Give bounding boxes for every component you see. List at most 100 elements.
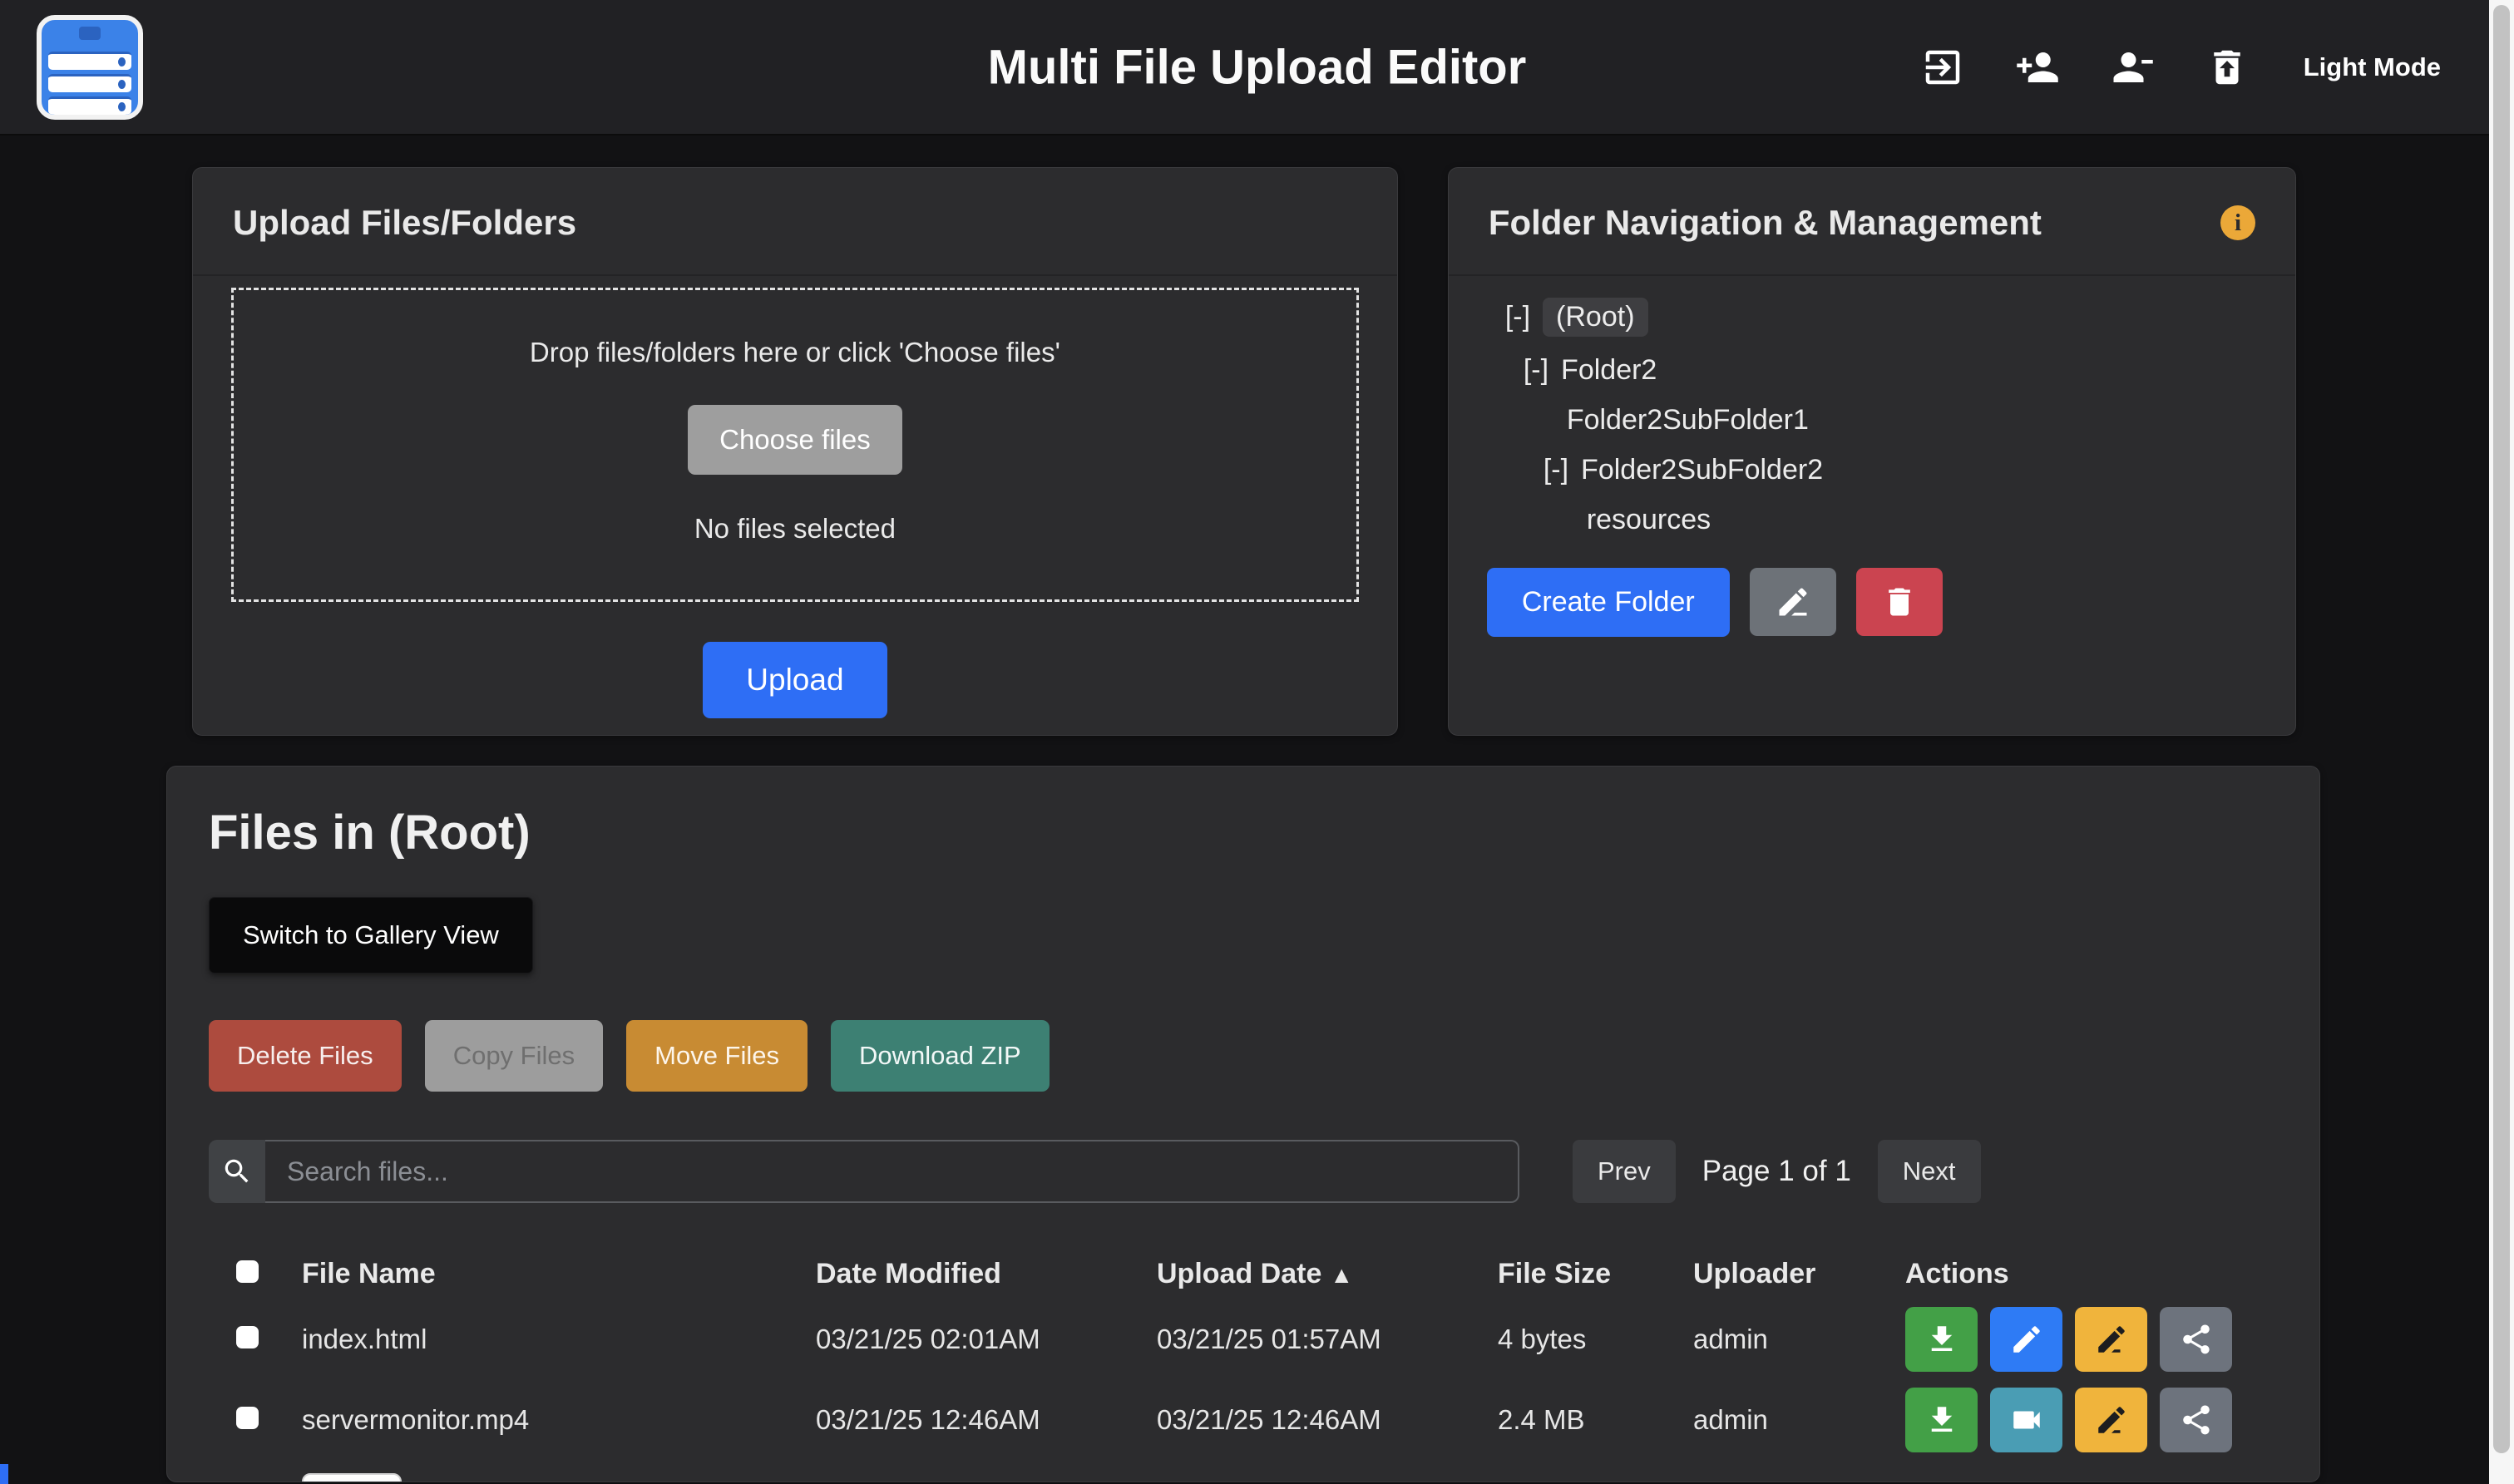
items-per-page-stepper[interactable]: 10 — [302, 1473, 402, 1482]
no-files-selected-text: No files selected — [250, 513, 1340, 545]
main-content: Upload Files/Folders Drop files/folders … — [0, 136, 2514, 1482]
uploader: admin — [1693, 1324, 1905, 1355]
upload-button[interactable]: Upload — [703, 642, 887, 718]
table-row: index.html 03/21/25 02:01AM 03/21/25 01:… — [209, 1299, 2278, 1379]
column-header-uploader[interactable]: Uploader — [1693, 1258, 1905, 1290]
delete-files-button[interactable]: Delete Files — [209, 1020, 402, 1092]
pagination: Prev Page 1 of 1 Next — [1573, 1140, 1981, 1203]
folder-card-title: Folder Navigation & Management — [1489, 203, 2042, 243]
folder-tree: [-] (Root) [-] Folder2 Folder2SubFolder1… — [1487, 298, 2257, 536]
create-folder-button[interactable]: Create Folder — [1487, 568, 1730, 637]
table-row: servermonitor.mp4 03/21/25 12:46AM 03/21… — [209, 1379, 2278, 1460]
copy-files-button[interactable]: Copy Files — [425, 1020, 603, 1092]
file-size: 4 bytes — [1498, 1324, 1693, 1355]
trash-icon — [1881, 584, 1918, 620]
dropzone-hint: Drop files/folders here or click 'Choose… — [250, 337, 1340, 368]
rename-button[interactable] — [2075, 1388, 2147, 1452]
rename-pencil-icon — [2094, 1322, 2129, 1357]
add-user-button[interactable] — [2014, 44, 2061, 91]
search-input[interactable] — [265, 1140, 1519, 1203]
app-header: Multi File Upload Editor Light Mode — [0, 0, 2514, 136]
download-button[interactable] — [1905, 1307, 1978, 1372]
tree-item-root[interactable]: [-] (Root) — [1487, 298, 2257, 337]
edit-pencil-icon — [2009, 1322, 2044, 1357]
move-files-button[interactable]: Move Files — [626, 1020, 808, 1092]
tree-item-folder2subfolder1[interactable]: Folder2SubFolder1 — [1487, 404, 2257, 436]
folder-navigation-card: Folder Navigation & Management i [-] (Ro… — [1448, 167, 2296, 736]
page-scrollbar[interactable] — [2489, 0, 2514, 1484]
remove-user-button[interactable] — [2109, 44, 2156, 91]
app-logo[interactable] — [37, 15, 143, 120]
page-indicator: Page 1 of 1 — [1702, 1155, 1851, 1188]
page-title: Multi File Upload Editor — [988, 39, 1527, 95]
video-preview-button[interactable] — [1990, 1388, 2062, 1452]
info-icon[interactable]: i — [2220, 205, 2255, 240]
tree-label[interactable]: Folder2 — [1561, 354, 1657, 387]
date-modified: 03/21/25 12:46AM — [816, 1404, 1157, 1436]
person-add-icon — [2015, 45, 2060, 90]
logout-button[interactable] — [1919, 44, 1966, 91]
edit-button[interactable] — [1990, 1307, 2062, 1372]
light-mode-toggle[interactable]: Light Mode — [2304, 52, 2441, 82]
server-icon — [42, 20, 138, 48]
tree-item-folder2subfolder2[interactable]: [-] Folder2SubFolder2 — [1487, 454, 2257, 486]
sort-ascending-icon: ▲ — [1330, 1262, 1353, 1288]
trash-restore-icon — [2205, 45, 2250, 90]
tree-item-folder2[interactable]: [-] Folder2 — [1487, 354, 2257, 387]
rename-pencil-icon — [2094, 1403, 2129, 1437]
tree-label[interactable]: resources — [1587, 504, 1711, 536]
column-header-uploaded[interactable]: Upload Date▲ — [1157, 1258, 1498, 1290]
column-header-name[interactable]: File Name — [302, 1258, 816, 1290]
download-icon — [1924, 1322, 1959, 1357]
select-all-checkbox[interactable] — [236, 1260, 259, 1283]
files-card: Files in (Root) Switch to Gallery View D… — [166, 766, 2320, 1482]
file-dropzone[interactable]: Drop files/folders here or click 'Choose… — [231, 288, 1359, 602]
column-header-modified[interactable]: Date Modified — [816, 1258, 1157, 1290]
share-button[interactable] — [2160, 1307, 2232, 1372]
column-header-size[interactable]: File Size — [1498, 1258, 1693, 1290]
files-section-title: Files in (Root) — [209, 805, 2278, 860]
search-iconbox — [209, 1140, 265, 1203]
uploader: admin — [1693, 1404, 1905, 1436]
row-checkbox[interactable] — [236, 1407, 259, 1429]
delete-folder-button[interactable] — [1856, 568, 1943, 636]
bulk-actions: Delete Files Copy Files Move Files Downl… — [209, 1020, 2278, 1092]
download-button[interactable] — [1905, 1388, 1978, 1452]
download-zip-button[interactable]: Download ZIP — [831, 1020, 1050, 1092]
share-icon — [2179, 1403, 2214, 1437]
restore-trash-button[interactable] — [2204, 44, 2250, 91]
row-checkbox[interactable] — [236, 1326, 259, 1348]
items-per-page-row: Show 10 items per page — [209, 1473, 2278, 1482]
video-camera-icon — [2009, 1403, 2044, 1437]
logout-icon — [1920, 45, 1965, 90]
switch-view-button[interactable]: Switch to Gallery View — [209, 897, 533, 974]
download-icon — [1924, 1403, 1959, 1437]
date-modified: 03/21/25 02:01AM — [816, 1324, 1157, 1355]
rename-folder-button[interactable] — [1750, 568, 1836, 636]
tree-toggle-icon[interactable]: [-] — [1505, 301, 1530, 333]
file-name: servermonitor.mp4 — [302, 1404, 816, 1436]
tree-label[interactable]: Folder2SubFolder1 — [1567, 404, 1809, 436]
prev-page-button[interactable]: Prev — [1573, 1140, 1676, 1203]
tree-label-selected[interactable]: (Root) — [1543, 298, 1647, 337]
tree-toggle-icon[interactable]: [-] — [1543, 454, 1568, 486]
pencil-icon — [1775, 584, 1811, 620]
header-actions: Light Mode — [1919, 44, 2441, 91]
scrollbar-thumb[interactable] — [2493, 5, 2510, 1453]
upload-date: 03/21/25 12:46AM — [1157, 1404, 1498, 1436]
offscreen-element-fragment — [0, 1464, 8, 1484]
share-icon — [2179, 1322, 2214, 1357]
tree-toggle-icon[interactable]: [-] — [1524, 354, 1548, 387]
tree-label[interactable]: Folder2SubFolder2 — [1581, 454, 1823, 486]
next-page-button[interactable]: Next — [1878, 1140, 1981, 1203]
upload-card: Upload Files/Folders Drop files/folders … — [192, 167, 1398, 736]
tree-item-resources[interactable]: resources — [1487, 504, 2257, 536]
file-name: index.html — [302, 1324, 816, 1355]
upload-card-title: Upload Files/Folders — [233, 203, 576, 243]
file-size: 2.4 MB — [1498, 1404, 1693, 1436]
rename-button[interactable] — [2075, 1307, 2147, 1372]
upload-date: 03/21/25 01:57AM — [1157, 1324, 1498, 1355]
share-button[interactable] — [2160, 1388, 2232, 1452]
table-header-row: File Name Date Modified Upload Date▲ Fil… — [209, 1236, 2278, 1299]
choose-files-button[interactable]: Choose files — [688, 405, 902, 475]
